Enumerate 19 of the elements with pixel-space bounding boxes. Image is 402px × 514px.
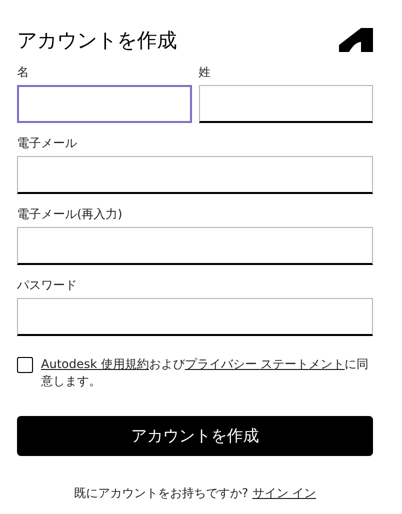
input-field[interactable] — [17, 156, 373, 194]
page-title: アカウントを作成 — [17, 27, 177, 54]
field-label: 電子メール(再入力) — [17, 206, 124, 222]
sign-in-link[interactable]: サイン イン — [252, 484, 316, 502]
logo-icon — [339, 28, 373, 52]
consent-text: Autodesk 使用規約およびプライバシー ステートメント に同意します。 — [41, 356, 370, 390]
field-label: パスワード — [17, 277, 78, 293]
input-field[interactable] — [17, 298, 373, 336]
field-label: 名 — [17, 64, 30, 80]
field-label: 姓 — [198, 64, 212, 80]
footer-text: 既にアカウントをお持ちですか? — [74, 485, 248, 502]
consent-checkbox[interactable] — [17, 357, 33, 373]
input-field[interactable] — [17, 227, 373, 265]
create-account-button[interactable]: アカウントを作成 — [17, 416, 373, 456]
field-label: 電子メール — [17, 135, 78, 151]
terms-link[interactable]: プライバシー ステートメント — [184, 357, 345, 371]
terms-link[interactable]: Autodesk 使用規約 — [41, 357, 149, 371]
input-field[interactable] — [17, 85, 192, 123]
input-field[interactable] — [198, 85, 373, 123]
